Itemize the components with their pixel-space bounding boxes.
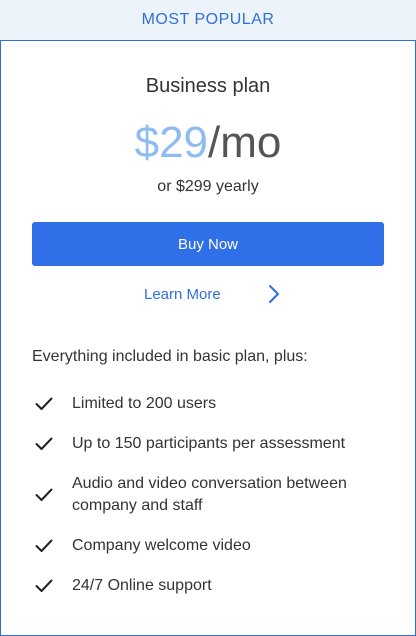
feature-label: 24/7 Online support [72,577,212,594]
learn-more-link[interactable]: Learn More [144,282,281,306]
features-intro: Everything included in basic plan, plus: [32,348,308,365]
buy-now-button[interactable]: Buy Now [32,222,384,266]
feature-list: Limited to 200 users Up to 150 participa… [32,393,382,615]
learn-more-label: Learn More [144,285,221,303]
buy-now-label: Buy Now [177,235,239,253]
feature-item: Up to 150 participants per assessment [32,433,382,455]
check-icon [35,488,53,501]
check-icon [35,579,53,592]
price-period: /mo [208,118,282,167]
most-popular-ribbon: MOST POPULAR [0,0,416,40]
plan-name: Business plan [145,75,271,97]
feature-label: Up to 150 participants per assessment [72,435,346,452]
feature-label: Limited to 200 users [72,395,217,412]
pricing-card: MOST POPULAR Business plan $29/mo or $29… [0,0,416,636]
feature-label: Company welcome video [72,537,251,554]
feature-item: 24/7 Online support [32,575,382,597]
check-icon [35,397,53,410]
yearly-price: or $299 yearly [157,178,259,195]
check-icon [35,437,53,450]
plan-panel: Business plan $29/mo or $299 yearly Buy … [0,40,416,636]
feature-item: Company welcome video [32,535,382,557]
feature-item: Audio and video conversation between com… [32,473,382,517]
feature-label: Audio and video conversation between com… [72,475,347,514]
price-amount: $29 [134,118,209,167]
check-icon [35,539,53,552]
chevron-right-icon [268,285,279,303]
most-popular-label: MOST POPULAR [141,11,275,28]
price: $29/mo [1,113,415,173]
feature-item: Limited to 200 users [32,393,382,415]
